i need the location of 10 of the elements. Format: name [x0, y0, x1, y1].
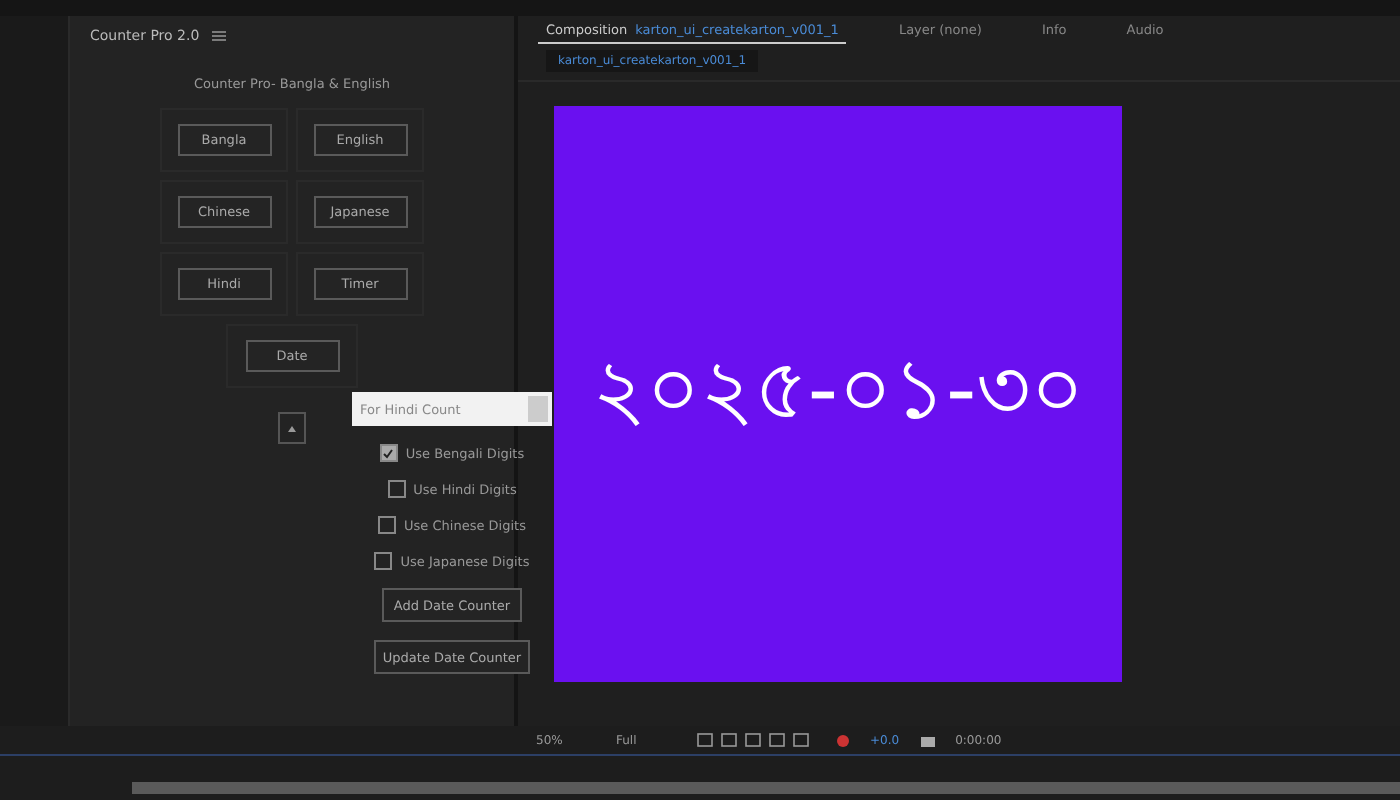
- menu-icon[interactable]: [211, 30, 226, 42]
- checkbox[interactable]: [374, 552, 393, 570]
- camera-icon[interactable]: [919, 733, 936, 747]
- checkbox[interactable]: [378, 516, 397, 534]
- checkbox[interactable]: [387, 480, 406, 498]
- caret-icon: [288, 425, 296, 431]
- field-handle[interactable]: [524, 392, 552, 426]
- date-counter-text: ২০২৫-০১-৩০: [591, 337, 1085, 441]
- dropdown-toggle[interactable]: [278, 412, 306, 444]
- color-wheel-icon[interactable]: [836, 733, 850, 747]
